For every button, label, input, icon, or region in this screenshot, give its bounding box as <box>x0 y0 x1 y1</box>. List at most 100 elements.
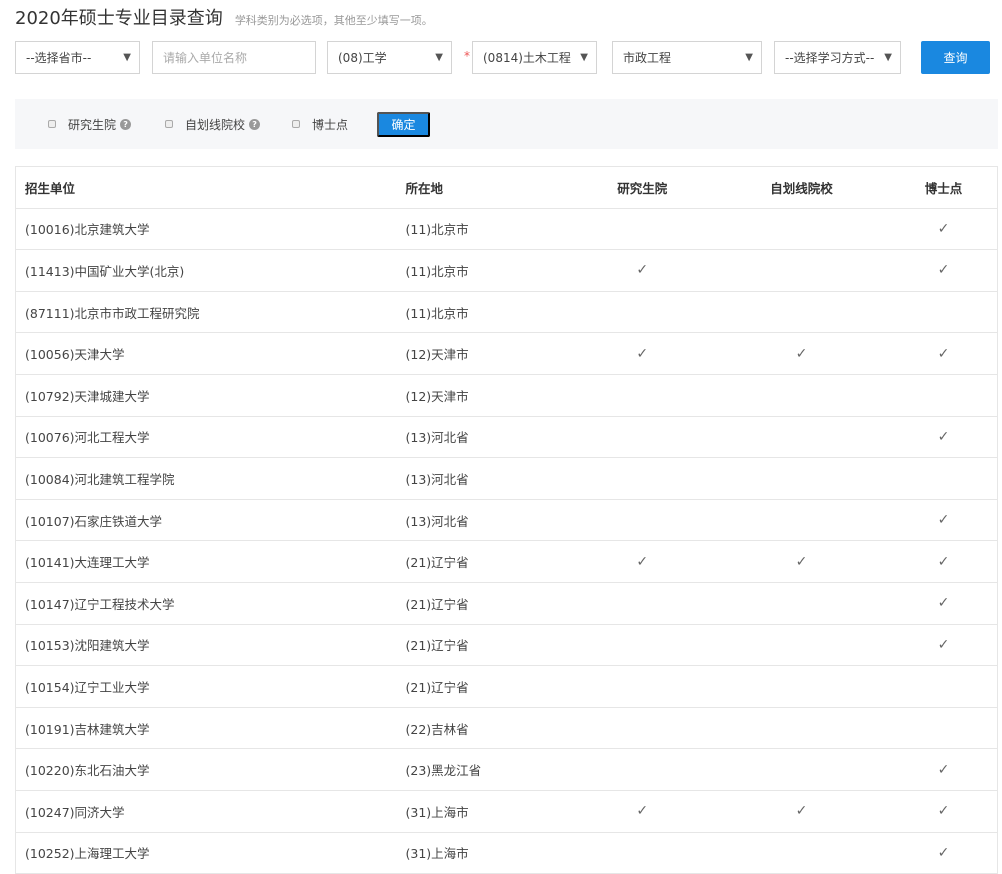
phd-cell: ✓ <box>889 249 998 292</box>
graduate-school-cell <box>571 374 714 417</box>
self-line-cell <box>713 499 890 542</box>
unit-link[interactable]: (10220)东北石油大学 <box>15 748 397 791</box>
self-line-cell <box>713 707 890 750</box>
location-cell: (22)吉林省 <box>396 707 572 750</box>
table-row: (10076)河北工程大学 (13)河北省 ✓ <box>15 416 998 459</box>
required-mark: * <box>464 49 470 63</box>
phd-cell <box>889 291 998 334</box>
phd-cell: ✓ <box>889 540 998 583</box>
graduate-school-cell: ✓ <box>571 790 714 833</box>
option-phd[interactable]: 博士点 <box>292 116 348 133</box>
option-graduate-school[interactable]: 研究生院? <box>48 116 132 133</box>
table-row: (10107)石家庄铁道大学 (13)河北省 ✓ <box>15 499 998 542</box>
table-row: (10252)上海理工大学 (31)上海市 ✓ <box>15 832 998 874</box>
table-row: (10220)东北石油大学 (23)黑龙江省 ✓ <box>15 748 998 791</box>
check-icon: ✓ <box>937 345 950 362</box>
unit-link[interactable]: (10141)大连理工大学 <box>15 540 397 583</box>
location-cell: (21)辽宁省 <box>396 540 572 583</box>
check-icon: ✓ <box>937 636 950 653</box>
graduate-school-cell: ✓ <box>571 332 714 375</box>
table-row: (10056)天津大学 (12)天津市 ✓ ✓ ✓ <box>15 332 998 375</box>
self-line-cell <box>713 208 890 251</box>
self-line-cell: ✓ <box>713 332 890 375</box>
unit-link[interactable]: (87111)北京市市政工程研究院 <box>15 291 397 334</box>
phd-cell: ✓ <box>889 416 998 459</box>
unit-link[interactable]: (10084)河北建筑工程学院 <box>15 457 397 500</box>
unit-link[interactable]: (10056)天津大学 <box>15 332 397 375</box>
study-mode-value: --选择学习方式-- <box>785 51 875 65</box>
graduate-school-cell <box>571 582 714 625</box>
self-line-cell <box>713 582 890 625</box>
confirm-button[interactable]: 确定 <box>377 112 430 137</box>
chevron-down-icon: ▼ <box>884 52 892 63</box>
check-icon: ✓ <box>937 553 950 570</box>
check-icon: ✓ <box>795 345 808 362</box>
query-button[interactable]: 查询 <box>921 41 990 74</box>
unit-link[interactable]: (10107)石家庄铁道大学 <box>15 499 397 542</box>
self-line-cell <box>713 665 890 708</box>
major-select[interactable]: 市政工程 ▼ <box>612 41 762 74</box>
unit-link[interactable]: (10076)河北工程大学 <box>15 416 397 459</box>
graduate-school-cell <box>571 499 714 542</box>
help-icon[interactable]: ? <box>120 118 132 130</box>
unit-link[interactable]: (10147)辽宁工程技术大学 <box>15 582 397 625</box>
col-phd: 博士点 <box>889 166 998 209</box>
table-row: (10191)吉林建筑大学 (22)吉林省 <box>15 707 998 750</box>
option-label: 博士点 <box>312 117 349 132</box>
category-value: (08)工学 <box>338 51 387 65</box>
help-icon[interactable]: ? <box>249 118 261 130</box>
table-row: (10792)天津城建大学 (12)天津市 <box>15 374 998 417</box>
option-self-line[interactable]: 自划线院校? <box>165 116 261 133</box>
location-cell: (13)河北省 <box>396 499 572 542</box>
checkbox[interactable] <box>292 120 300 128</box>
unit-name-input[interactable]: 请输入单位名称 <box>152 41 316 74</box>
unit-link[interactable]: (10792)天津城建大学 <box>15 374 397 417</box>
discipline-value: (0814)土木工程 <box>483 51 571 65</box>
table-row: (10247)同济大学 (31)上海市 ✓ ✓ ✓ <box>15 790 998 833</box>
graduate-school-cell <box>571 457 714 500</box>
check-icon: ✓ <box>636 262 649 279</box>
check-icon: ✓ <box>937 844 950 861</box>
table-header: 招生单位 所在地 研究生院 自划线院校 博士点 <box>15 166 998 209</box>
phd-cell: ✓ <box>889 499 998 542</box>
self-line-cell <box>713 624 890 667</box>
table-row: (11413)中国矿业大学(北京) (11)北京市 ✓ ✓ <box>15 249 998 292</box>
unit-link[interactable]: (10191)吉林建筑大学 <box>15 707 397 750</box>
discipline-select[interactable]: (0814)土木工程 ▼ <box>472 41 597 74</box>
check-icon: ✓ <box>795 553 808 570</box>
unit-link[interactable]: (10252)上海理工大学 <box>15 832 397 874</box>
checkbox[interactable] <box>48 120 56 128</box>
graduate-school-cell <box>571 707 714 750</box>
graduate-school-cell <box>571 291 714 334</box>
phd-cell <box>889 457 998 500</box>
chevron-down-icon: ▼ <box>745 52 753 63</box>
unit-link[interactable]: (10153)沈阳建筑大学 <box>15 624 397 667</box>
phd-cell: ✓ <box>889 832 998 874</box>
check-icon: ✓ <box>937 220 950 237</box>
table-row: (10147)辽宁工程技术大学 (21)辽宁省 ✓ <box>15 582 998 625</box>
self-line-cell: ✓ <box>713 540 890 583</box>
check-icon: ✓ <box>636 553 649 570</box>
unit-link[interactable]: (10154)辽宁工业大学 <box>15 665 397 708</box>
option-label: 自划线院校 <box>185 117 246 132</box>
location-cell: (31)上海市 <box>396 790 572 833</box>
self-line-cell <box>713 832 890 874</box>
checkbox[interactable] <box>165 120 173 128</box>
unit-link[interactable]: (11413)中国矿业大学(北京) <box>15 249 397 292</box>
chevron-down-icon: ▼ <box>435 52 443 63</box>
filter-bar: --选择省市-- ▼ 请输入单位名称 (08)工学 ▼ * (0814)土木工程 ▼ … <box>15 41 990 74</box>
self-line-cell <box>713 457 890 500</box>
table-row: (10016)北京建筑大学 (11)北京市 ✓ <box>15 208 998 251</box>
col-location: 所在地 <box>396 166 572 209</box>
study-mode-select[interactable]: --选择学习方式-- ▼ <box>774 41 901 74</box>
check-icon: ✓ <box>636 803 649 820</box>
page-title: 2020年硕士专业目录查询 <box>15 8 223 29</box>
table-row: (10084)河北建筑工程学院 (13)河北省 <box>15 457 998 500</box>
category-select[interactable]: (08)工学 ▼ <box>327 41 452 74</box>
province-select[interactable]: --选择省市-- ▼ <box>15 41 140 74</box>
check-icon: ✓ <box>937 595 950 612</box>
unit-link[interactable]: (10247)同济大学 <box>15 790 397 833</box>
phd-cell: ✓ <box>889 790 998 833</box>
unit-link[interactable]: (10016)北京建筑大学 <box>15 208 397 251</box>
phd-cell: ✓ <box>889 208 998 251</box>
